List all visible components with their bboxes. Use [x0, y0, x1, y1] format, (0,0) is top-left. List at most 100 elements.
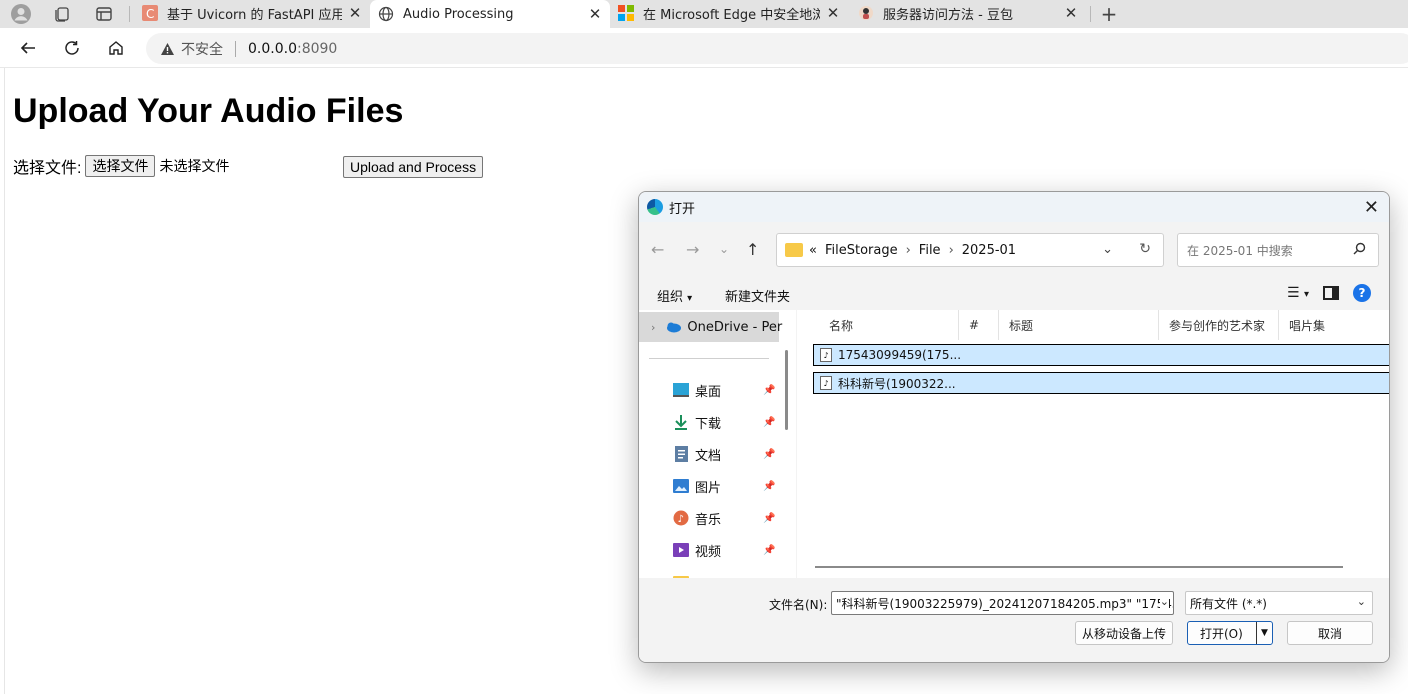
tab-edge-safe-browsing[interactable]: 在 Microsoft Edge 中安全地浏览 V ✕	[610, 0, 848, 26]
tab-audio-processing[interactable]: Audio Processing ✕	[370, 0, 610, 28]
nav-item-desktop[interactable]: 桌面 📌	[639, 375, 779, 405]
filename-value: "科科新号(19003225979)_20241207184205.mp3" "…	[836, 596, 1174, 611]
horizontal-scrollbar[interactable]	[815, 566, 1343, 568]
recent-locations-chevron-icon[interactable]: ⌄	[719, 242, 729, 256]
cancel-button[interactable]: 取消	[1287, 621, 1373, 645]
search-input[interactable]: 在 2025-01 中搜索	[1177, 233, 1379, 267]
workspaces-icon[interactable]	[51, 3, 73, 25]
edge-logo-icon	[647, 199, 663, 215]
microsoft-logo-icon	[618, 5, 634, 21]
nav-scrollbar[interactable]	[785, 350, 788, 430]
address-bar[interactable]: 不安全 0.0.0.0:8090	[146, 33, 1408, 64]
back-arrow-icon[interactable]	[17, 37, 39, 59]
pin-icon[interactable]: 📌	[763, 545, 775, 556]
upload-and-process-button[interactable]: Upload and Process	[343, 156, 484, 178]
back-arrow-icon[interactable]: ←	[651, 240, 664, 259]
tab-fastapi[interactable]: C 基于 Uvicorn 的 FastAPI 应用：uv ✕	[134, 0, 370, 26]
nav-item-downloads[interactable]: 下载 📌	[639, 407, 779, 437]
close-icon[interactable]: ✕	[1364, 197, 1379, 218]
nav-item-folder[interactable]	[639, 567, 779, 578]
breadcrumb-item[interactable]: File	[919, 243, 941, 258]
nav-item-label: 桌面	[695, 384, 722, 400]
chevron-right-icon[interactable]: ›	[651, 321, 655, 334]
file-row[interactable]: ♪ 17543099459(175...	[813, 344, 1389, 366]
preview-pane-icon[interactable]	[1323, 286, 1339, 300]
document-icon	[673, 446, 689, 462]
view-options-icon[interactable]: ☰ ▾	[1287, 285, 1309, 301]
file-type-select[interactable]: 所有文件 (*.*) ⌄	[1185, 591, 1373, 615]
organize-label: 组织	[657, 290, 684, 305]
close-icon[interactable]: ✕	[348, 4, 362, 22]
file-open-dialog: 打开 ✕ ← → ⌄ ↑ « FileStorage › File › 2025…	[638, 191, 1390, 663]
open-button[interactable]: 打开(O) ▼	[1187, 621, 1273, 645]
nav-item-pictures[interactable]: 图片 📌	[639, 471, 779, 501]
chevron-down-icon[interactable]: ⌄	[1159, 595, 1169, 608]
dialog-address-row: ← → ⌄ ↑ « FileStorage › File › 2025-01 ⌄…	[639, 230, 1389, 270]
chevron-down-icon[interactable]: ⌄	[1357, 595, 1366, 608]
no-file-chosen-text: 未选择文件	[159, 158, 230, 174]
upload-from-mobile-button[interactable]: 从移动设备上传	[1075, 621, 1173, 645]
column-header-title[interactable]: 标题	[999, 310, 1159, 340]
column-label: 唱片集	[1289, 318, 1326, 333]
warning-icon[interactable]	[160, 42, 175, 56]
chevron-right-icon[interactable]: ›	[949, 243, 954, 258]
pin-icon[interactable]: 📌	[763, 449, 775, 460]
svg-text:C: C	[146, 7, 154, 21]
c-letter-icon: C	[142, 5, 158, 21]
pin-icon[interactable]: 📌	[763, 385, 775, 396]
chevron-right-icon[interactable]: ›	[906, 243, 911, 258]
breadcrumb[interactable]: « FileStorage › File › 2025-01 ⌄ ↻	[776, 233, 1164, 267]
refresh-icon[interactable]: ↻	[1139, 241, 1151, 257]
music-icon: ♪	[673, 510, 689, 526]
column-header-name[interactable]: 名称 ^	[819, 310, 959, 340]
nav-item-documents[interactable]: 文档 📌	[639, 439, 779, 469]
caret-down-icon[interactable]: ▼	[1256, 622, 1272, 644]
column-header-album[interactable]: 唱片集	[1279, 310, 1389, 340]
tab-doubao[interactable]: 服务器访问方法 - 豆包 ✕	[850, 0, 1086, 26]
tab-actions-icon[interactable]	[93, 3, 115, 25]
pin-icon[interactable]: 📌	[763, 513, 775, 524]
dialog-title: 打开	[669, 201, 696, 217]
file-input-label: 选择文件:	[13, 160, 82, 177]
forward-arrow-icon[interactable]: →	[686, 240, 699, 259]
close-icon[interactable]: ✕	[826, 4, 840, 22]
url-port: :8090	[296, 40, 338, 57]
breadcrumb-overflow[interactable]: «	[809, 243, 817, 258]
nav-item-label: 下载	[695, 416, 722, 432]
profile-avatar-icon[interactable]	[10, 3, 32, 25]
file-upload-form: 选择文件: 选择文件 未选择文件	[13, 154, 229, 178]
security-status-label[interactable]: 不安全	[181, 39, 223, 59]
new-tab-icon[interactable]: +	[1098, 2, 1120, 26]
nav-item-music[interactable]: ♪ 音乐 📌	[639, 503, 779, 533]
new-folder-button[interactable]: 新建文件夹	[725, 286, 790, 305]
column-header-track[interactable]: #	[959, 310, 999, 340]
pin-icon[interactable]: 📌	[763, 481, 775, 492]
tab-title: 服务器访问方法 - 豆包	[883, 7, 1013, 23]
file-row[interactable]: ♪ 科科新号(1900322...	[813, 372, 1389, 394]
dialog-footer: 文件名(N): "科科新号(19003225979)_2024120718420…	[639, 578, 1389, 662]
up-arrow-icon[interactable]: ↑	[746, 240, 759, 259]
command-bar: 组织 ▾ 新建文件夹 ☰ ▾ ?	[639, 280, 1389, 308]
home-icon[interactable]	[105, 37, 127, 59]
choose-file-button[interactable]: 选择文件	[85, 155, 156, 177]
breadcrumb-item[interactable]: 2025-01	[962, 243, 1016, 258]
organize-menu[interactable]: 组织 ▾	[657, 286, 692, 305]
close-icon[interactable]: ✕	[588, 5, 602, 23]
page-title: Upload Your Audio Files	[13, 92, 404, 130]
help-icon[interactable]: ?	[1353, 284, 1371, 302]
address-divider	[235, 40, 236, 57]
close-icon[interactable]: ✕	[1064, 4, 1078, 22]
filename-input[interactable]: "科科新号(19003225979)_20241207184205.mp3" "…	[831, 591, 1174, 615]
breadcrumb-item[interactable]: FileStorage	[825, 243, 898, 258]
file-list: 名称 ^ # 标题 参与创作的艺术家 唱片集 ♪ 17543099459(175…	[797, 310, 1389, 578]
nav-item-label: 文档	[695, 448, 722, 464]
tab-title: Audio Processing	[403, 6, 514, 22]
file-type-value: 所有文件 (*.*)	[1190, 596, 1267, 611]
search-icon[interactable]	[1353, 242, 1366, 259]
column-header-artist[interactable]: 参与创作的艺术家	[1159, 310, 1279, 340]
nav-item-videos[interactable]: 视频 📌	[639, 535, 779, 565]
pin-icon[interactable]: 📌	[763, 417, 775, 428]
refresh-icon[interactable]	[61, 37, 83, 59]
nav-item-onedrive[interactable]: › OneDrive - Per	[639, 312, 782, 342]
chevron-down-icon[interactable]: ⌄	[1102, 242, 1113, 257]
